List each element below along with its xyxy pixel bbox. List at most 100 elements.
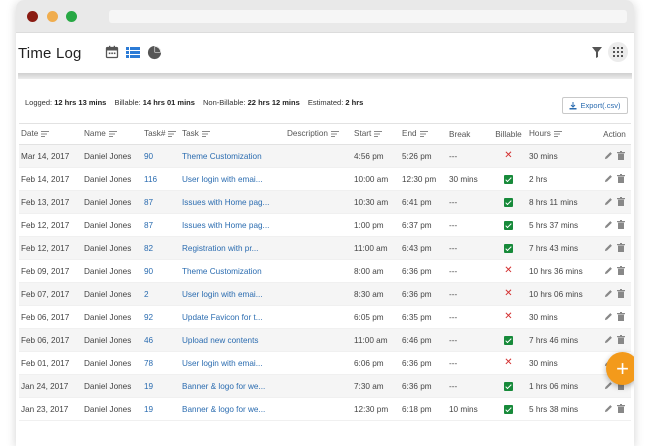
pie-chart-icon[interactable]	[146, 44, 162, 60]
sort-icon[interactable]	[41, 130, 50, 139]
column-header-date[interactable]: Date	[19, 123, 82, 145]
date-cell: Feb 12, 2017	[19, 213, 82, 237]
delete-icon[interactable]	[617, 334, 625, 346]
delete-icon[interactable]	[617, 173, 625, 185]
edit-icon[interactable]	[604, 381, 613, 392]
table-row[interactable]: Feb 12, 2017 Daniel Jones 87 Issues with Ho…	[19, 213, 631, 237]
task-number-link[interactable]: 46	[142, 328, 180, 352]
billable-check-icon	[504, 243, 513, 253]
column-header-description[interactable]: Description	[285, 123, 352, 145]
task-number-link[interactable]: 87	[142, 190, 180, 214]
maximize-window-button[interactable]	[66, 11, 77, 22]
delete-icon[interactable]	[617, 150, 625, 162]
grid-menu-icon[interactable]	[608, 42, 628, 62]
task-link[interactable]: User login with emai...	[180, 167, 285, 191]
table-row[interactable]: Jan 23, 2017 Daniel Jones 19 Banner & logo …	[19, 397, 631, 421]
edit-icon[interactable]	[604, 404, 613, 415]
name-cell: Daniel Jones	[82, 282, 142, 306]
hours-cell: 7 hrs 46 mins	[527, 328, 598, 352]
task-link[interactable]: Banner & logo for we...	[180, 374, 285, 398]
start-cell: 6:05 pm	[352, 305, 400, 329]
column-header-end[interactable]: End	[400, 123, 447, 145]
task-link[interactable]: User login with emai...	[180, 351, 285, 375]
edit-icon[interactable]	[604, 289, 613, 300]
task-number-link[interactable]: 90	[142, 259, 180, 283]
task-link[interactable]: User login with emai...	[180, 282, 285, 306]
task-number-link[interactable]: 92	[142, 305, 180, 329]
table-row[interactable]: Jan 24, 2017 Daniel Jones 19 Banner & logo …	[19, 374, 631, 398]
sort-icon[interactable]	[374, 130, 383, 139]
minimize-window-button[interactable]	[47, 11, 58, 22]
table-row[interactable]: Feb 13, 2017 Daniel Jones 87 Issues with Ho…	[19, 190, 631, 214]
sort-icon[interactable]	[553, 130, 562, 139]
task-link[interactable]: Registration with pr...	[180, 236, 285, 260]
sort-icon[interactable]	[108, 130, 117, 139]
table-row[interactable]: Feb 06, 2017 Daniel Jones 92 Update Favicon…	[19, 305, 631, 329]
sort-icon[interactable]	[419, 130, 428, 139]
task-number-link[interactable]: 87	[142, 213, 180, 237]
task-number-link[interactable]: 116	[142, 167, 180, 191]
edit-icon[interactable]	[604, 151, 613, 162]
task-number-link[interactable]: 19	[142, 397, 180, 421]
sort-icon[interactable]	[330, 130, 339, 139]
delete-icon[interactable]	[617, 242, 625, 254]
task-link[interactable]: Theme Customization	[180, 144, 285, 168]
edit-icon[interactable]	[604, 312, 613, 323]
table-body: Mar 14, 2017 Daniel Jones 90 Theme Customiz…	[19, 144, 631, 421]
break-cell: ---	[447, 259, 490, 283]
break-cell: 10 mins	[447, 397, 490, 421]
non-billable-value: 22 hrs 12 mins	[247, 98, 300, 107]
edit-icon[interactable]	[604, 220, 613, 231]
filter-icon[interactable]	[590, 44, 604, 60]
task-link[interactable]: Upload new contents	[180, 328, 285, 352]
list-view-icon[interactable]	[125, 44, 141, 60]
edit-icon[interactable]	[604, 335, 613, 346]
table-row[interactable]: Feb 09, 2017 Daniel Jones 90 Theme Customiz…	[19, 259, 631, 283]
task-link[interactable]: Issues with Home pag...	[180, 190, 285, 214]
table-row[interactable]: Feb 07, 2017 Daniel Jones 2 User login with…	[19, 282, 631, 306]
task-number-link[interactable]: 2	[142, 282, 180, 306]
delete-icon[interactable]	[617, 288, 625, 300]
table-row[interactable]: Feb 12, 2017 Daniel Jones 82 Registration w…	[19, 236, 631, 260]
delete-icon[interactable]	[617, 196, 625, 208]
address-bar[interactable]	[109, 10, 627, 23]
table-row[interactable]: Feb 14, 2017 Daniel Jones 116 User login wi…	[19, 167, 631, 191]
column-header-label: Action	[603, 129, 626, 139]
delete-icon[interactable]	[617, 403, 625, 415]
table-row[interactable]: Feb 06, 2017 Daniel Jones 46 Upload new con…	[19, 328, 631, 352]
description-cell	[285, 305, 352, 329]
column-header-name[interactable]: Name	[82, 123, 142, 145]
edit-icon[interactable]	[604, 266, 613, 277]
start-cell: 11:00 am	[352, 328, 400, 352]
task-number-link[interactable]: 19	[142, 374, 180, 398]
table-row[interactable]: Mar 14, 2017 Daniel Jones 90 Theme Customiz…	[19, 144, 631, 168]
close-window-button[interactable]	[27, 11, 38, 22]
sort-icon[interactable]	[201, 130, 210, 139]
not-billable-cross-icon: ✕	[504, 288, 513, 299]
table-row[interactable]: Feb 01, 2017 Daniel Jones 78 User login wit…	[19, 351, 631, 375]
delete-icon[interactable]	[617, 311, 625, 323]
column-header-hours[interactable]: Hours	[527, 123, 598, 145]
task-number-link[interactable]: 78	[142, 351, 180, 375]
edit-icon[interactable]	[604, 243, 613, 254]
export-csv-button[interactable]: Export(.csv)	[562, 97, 628, 114]
name-cell: Daniel Jones	[82, 167, 142, 191]
delete-icon[interactable]	[617, 265, 625, 277]
calendar-icon[interactable]	[104, 44, 120, 60]
task-number-link[interactable]: 82	[142, 236, 180, 260]
column-header-start[interactable]: Start	[352, 123, 400, 145]
add-time-log-button[interactable]: +	[606, 352, 634, 385]
sort-icon[interactable]	[168, 130, 177, 139]
column-header-task[interactable]: Task	[180, 123, 285, 145]
task-link[interactable]: Theme Customization	[180, 259, 285, 283]
edit-icon[interactable]	[604, 197, 613, 208]
edit-icon[interactable]	[604, 174, 613, 185]
column-header-billable: Billable	[490, 123, 527, 145]
task-link[interactable]: Issues with Home pag...	[180, 213, 285, 237]
column-header-task[interactable]: Task#	[142, 123, 180, 145]
task-link[interactable]: Update Favicon for t...	[180, 305, 285, 329]
task-link[interactable]: Banner & logo for we...	[180, 397, 285, 421]
name-cell: Daniel Jones	[82, 190, 142, 214]
delete-icon[interactable]	[617, 219, 625, 231]
task-number-link[interactable]: 90	[142, 144, 180, 168]
